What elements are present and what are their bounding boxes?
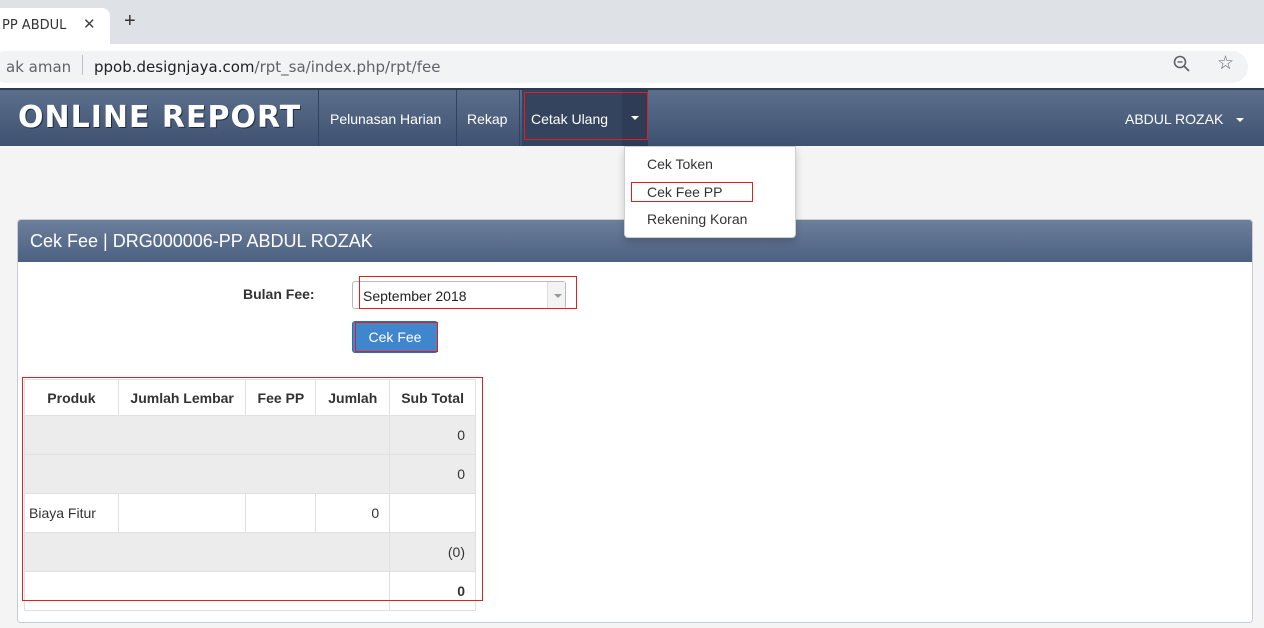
security-indicator[interactable]: ak aman — [6, 58, 71, 76]
annotation-box-fee-table — [22, 377, 483, 601]
nav-divider — [456, 90, 457, 146]
annotation-box-cek-fee-pp — [631, 182, 753, 202]
menu-item-rekening-koran[interactable]: Rekening Koran — [647, 211, 747, 227]
url-host: ppob.designjaya.com — [94, 58, 255, 76]
nav-item-pelunasan-harian[interactable]: Pelunasan Harian — [330, 111, 441, 127]
nav-divider — [318, 90, 319, 146]
brand-logo[interactable]: ONLINE REPORT — [18, 100, 301, 135]
annotation-box-cetak-ulang — [524, 92, 648, 140]
bulan-fee-label: Bulan Fee: — [243, 286, 315, 302]
url-path: /rpt_sa/index.php/rpt/fee — [254, 58, 441, 76]
user-caret-down-icon — [1236, 118, 1244, 122]
new-tab-icon[interactable]: + — [124, 11, 136, 31]
annotation-box-cek-fee-button — [355, 322, 438, 352]
url-text[interactable]: ppob.designjaya.com/rpt_sa/index.php/rpt… — [94, 58, 440, 76]
nav-item-rekap[interactable]: Rekap — [467, 111, 507, 127]
close-icon[interactable]: ✕ — [83, 15, 96, 33]
nav-divider — [519, 90, 520, 146]
bookmark-star-icon[interactable]: ☆ — [1217, 52, 1234, 75]
tab-title: PP ABDUL — [2, 18, 67, 33]
browser-tab-bar: PP ABDUL ✕ + — [0, 0, 1264, 44]
annotation-box-bulan-fee — [359, 276, 577, 309]
address-divider — [82, 55, 83, 75]
zoom-icon[interactable] — [1172, 54, 1192, 74]
user-menu[interactable]: ABDUL ROZAK — [1125, 111, 1223, 127]
panel-title: Cek Fee | DRG000006-PP ABDUL ROZAK — [30, 231, 373, 251]
menu-item-cek-token[interactable]: Cek Token — [647, 156, 713, 172]
browser-tab[interactable]: PP ABDUL ✕ — [0, 8, 110, 44]
